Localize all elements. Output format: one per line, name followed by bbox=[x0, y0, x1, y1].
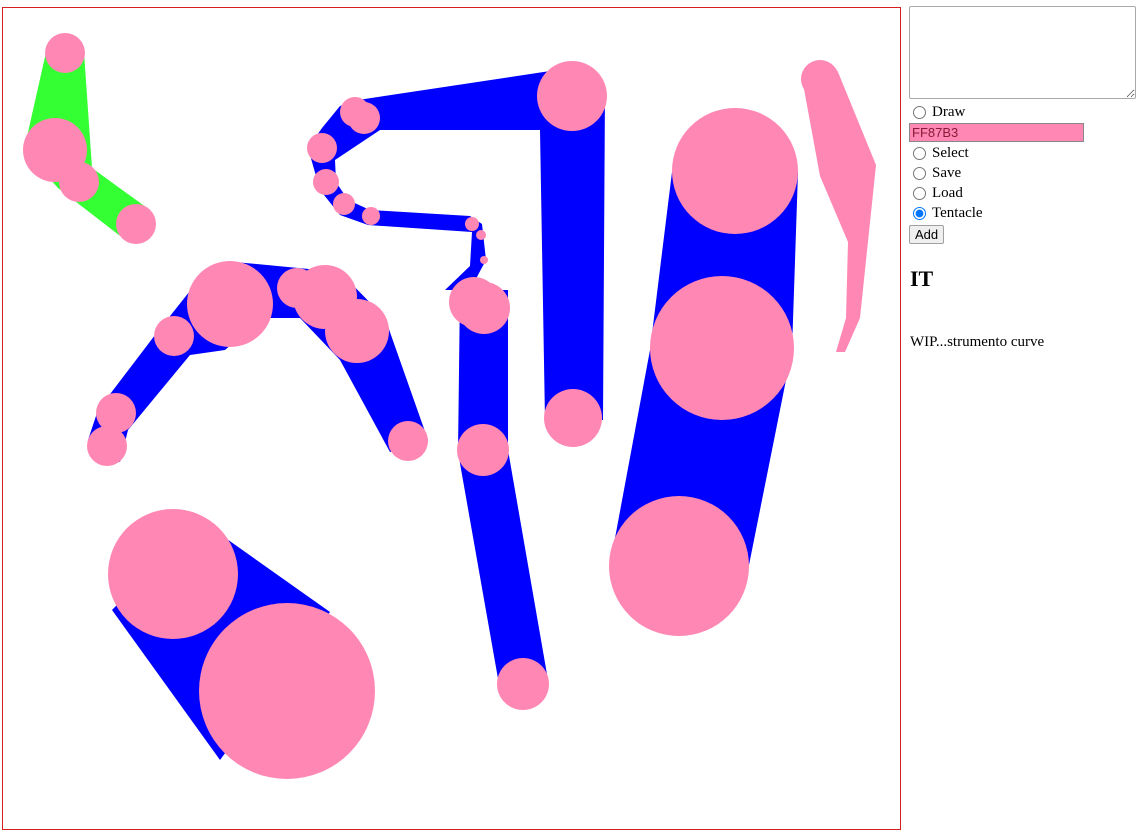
canvas-drawing[interactable] bbox=[3, 8, 900, 829]
tentacle-joint bbox=[348, 102, 380, 134]
tentacle-joint bbox=[465, 217, 479, 231]
tentacle-joint bbox=[154, 316, 194, 356]
mode-tentacle-radio[interactable] bbox=[913, 206, 926, 220]
tentacle-body bbox=[458, 290, 548, 690]
mode-select-row[interactable]: Select bbox=[909, 143, 1137, 163]
tentacle-joint bbox=[59, 162, 99, 202]
tentacle-joint bbox=[307, 133, 337, 163]
tentacle-joint bbox=[476, 230, 486, 240]
mode-save-label: Save bbox=[932, 164, 962, 181]
tentacle-joint bbox=[537, 61, 607, 131]
tentacle-joint bbox=[497, 658, 549, 710]
data-textarea[interactable] bbox=[909, 6, 1136, 99]
mode-draw-radio[interactable] bbox=[913, 105, 926, 119]
mode-draw-row[interactable]: Draw bbox=[909, 102, 1137, 122]
tentacle-joint bbox=[457, 424, 509, 476]
tentacle-joint bbox=[333, 193, 355, 215]
mode-save-row[interactable]: Save bbox=[909, 163, 1137, 183]
control-panel: Draw Select Save Load Tentacle Add IT WI… bbox=[909, 6, 1137, 351]
mode-tentacle-row[interactable]: Tentacle bbox=[909, 203, 1137, 223]
mode-save-radio[interactable] bbox=[913, 166, 926, 180]
tentacle-joint bbox=[116, 204, 156, 244]
tentacle-pink[interactable] bbox=[801, 60, 876, 352]
mode-select-radio[interactable] bbox=[913, 146, 926, 160]
tentacle-joint bbox=[199, 603, 375, 779]
tentacle-blue-vertical[interactable] bbox=[449, 277, 549, 710]
tentacle-joint bbox=[108, 509, 238, 639]
tentacle-joint bbox=[388, 421, 428, 461]
language-heading: IT bbox=[910, 266, 934, 291]
color-field[interactable] bbox=[909, 123, 1084, 142]
mode-load-radio[interactable] bbox=[913, 186, 926, 200]
tentacle-joint bbox=[187, 261, 273, 347]
tentacle-blue-bottom[interactable] bbox=[108, 509, 375, 779]
tentacle-joint bbox=[544, 389, 602, 447]
tentacle-body bbox=[801, 62, 876, 352]
status-text: WIP...strumento curve bbox=[910, 334, 1045, 350]
tentacle-joint bbox=[87, 426, 127, 466]
tentacle-joint bbox=[650, 276, 794, 420]
add-button[interactable]: Add bbox=[909, 225, 945, 244]
tentacle-joint bbox=[801, 60, 839, 98]
tentacle-joint bbox=[458, 282, 510, 334]
tentacle-green[interactable] bbox=[23, 33, 156, 244]
mode-load-row[interactable]: Load bbox=[909, 183, 1137, 203]
mode-load-label: Load bbox=[932, 184, 963, 201]
tentacle-joint bbox=[45, 33, 85, 73]
mode-tentacle-label: Tentacle bbox=[932, 204, 983, 221]
tentacle-joint bbox=[672, 108, 798, 234]
tentacle-joint bbox=[313, 169, 339, 195]
tentacle-joint bbox=[325, 299, 389, 363]
tentacle-blue-arch[interactable] bbox=[87, 261, 428, 466]
mode-draw-label: Draw bbox=[932, 103, 966, 120]
mode-select-label: Select bbox=[932, 144, 969, 161]
tentacle-blue-large[interactable] bbox=[609, 108, 798, 636]
tentacle-joint bbox=[362, 207, 380, 225]
tentacle-joint bbox=[480, 256, 488, 264]
tentacle-joint bbox=[609, 496, 749, 636]
drawing-canvas[interactable] bbox=[2, 7, 901, 830]
tentacle-blue-hook[interactable] bbox=[307, 61, 607, 447]
